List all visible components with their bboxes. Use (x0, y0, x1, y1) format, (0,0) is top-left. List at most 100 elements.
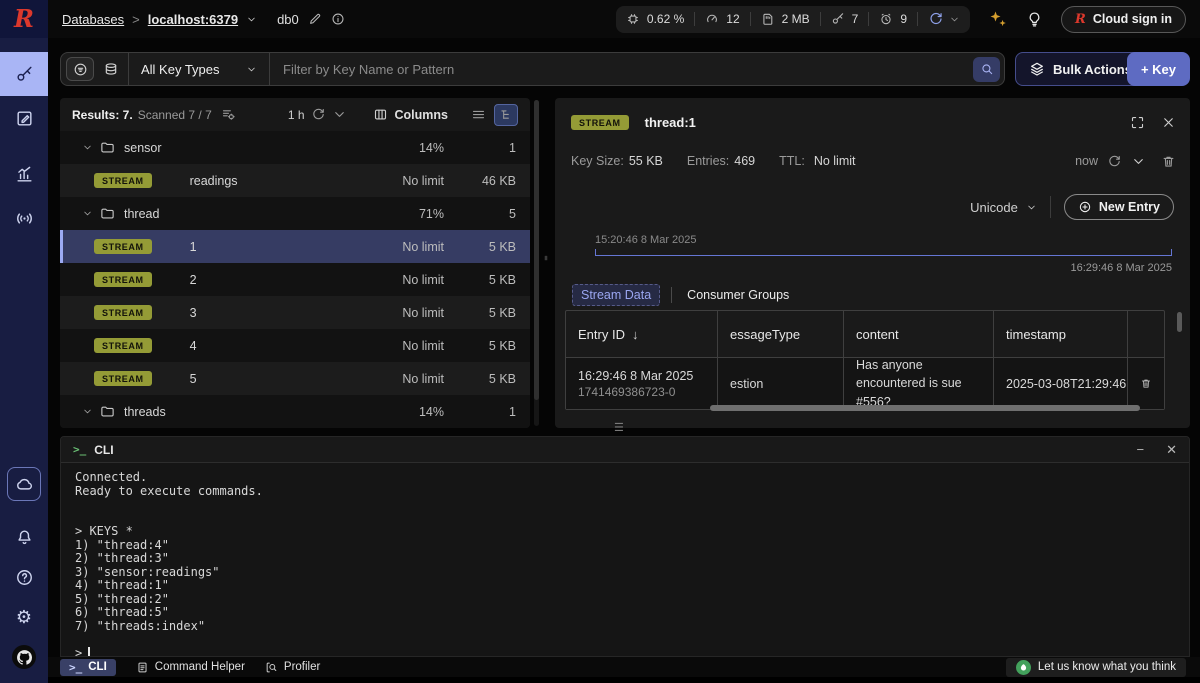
minimize-cli-button[interactable]: − (1137, 442, 1145, 457)
key-tree-folder-row[interactable]: thread 71%5 (60, 197, 530, 230)
cli-panel: >_ CLI − ✕ Connected. Ready to execute c… (60, 436, 1190, 657)
redis-logo[interactable]: R (0, 0, 48, 38)
github-icon (16, 649, 33, 666)
filter-bar: All Key Types Bulk Actions + Key (60, 52, 1190, 86)
document-icon (136, 661, 149, 674)
breadcrumb-databases-link[interactable]: Databases (62, 12, 124, 27)
chevron-down-icon[interactable] (82, 208, 93, 219)
table-vertical-scrollbar[interactable] (1177, 312, 1182, 332)
feedback-link[interactable]: Let us know what you think (1006, 658, 1186, 677)
terminal-prompt-icon: >_ (69, 661, 82, 674)
cli-output: Connected. Ready to execute commands. > … (75, 471, 1175, 633)
sidebar-item-pubsub[interactable] (0, 196, 48, 240)
chevron-down-icon[interactable] (82, 406, 93, 417)
db-badge[interactable]: db0 (277, 12, 299, 27)
tab-stream-data[interactable]: Stream Data (572, 284, 660, 306)
row-actions-cell (1128, 358, 1164, 409)
key-icon (831, 12, 845, 26)
chevron-down-icon[interactable] (82, 142, 93, 153)
trash-icon[interactable] (1161, 154, 1176, 169)
key-size-value: 55 KB (629, 154, 663, 168)
add-key-button[interactable]: + Key (1127, 52, 1190, 86)
new-entry-button[interactable]: New Entry (1064, 194, 1174, 220)
cli-terminal[interactable]: Connected. Ready to execute commands. > … (61, 463, 1189, 657)
refresh-icon (928, 11, 944, 27)
key-tree-folder-row[interactable]: sensor 14%1 (60, 131, 530, 164)
profiler-icon (265, 661, 278, 674)
key-tree-folder-row[interactable]: threads 14%1 (60, 395, 530, 428)
chevron-down-icon[interactable] (246, 14, 257, 25)
encoding-select[interactable]: Unicode (970, 200, 1037, 215)
cloud-sign-in-button[interactable]: R Cloud sign in (1061, 6, 1186, 33)
stream-type-badge: STREAM (94, 338, 152, 353)
timeline-range-slider[interactable] (595, 249, 1172, 256)
memory-icon (761, 12, 775, 26)
layers-icon (1029, 61, 1045, 77)
sidebar-item-github[interactable] (12, 645, 36, 669)
sidebar-item-settings[interactable]: ⚙ (0, 605, 48, 629)
bottombar-profiler-tab[interactable]: Profiler (265, 661, 320, 674)
column-header-messagetype[interactable]: essageType (718, 311, 844, 357)
refresh-icon[interactable] (1107, 154, 1122, 169)
info-icon[interactable] (331, 12, 345, 26)
chevron-down-icon (246, 64, 257, 75)
panel-resize-handle[interactable] (542, 250, 550, 266)
key-tree-row[interactable]: STREAM 4 No limit5 KB (60, 329, 530, 362)
tab-consumer-groups[interactable]: Consumer Groups (683, 285, 793, 305)
key-type-select[interactable]: All Key Types (129, 62, 269, 77)
lightbulb-icon (1026, 11, 1043, 28)
refresh-icon[interactable] (311, 107, 326, 122)
chevron-down-icon[interactable] (332, 107, 347, 122)
sidebar-item-workbench[interactable] (0, 96, 48, 140)
stats-refresh-button[interactable] (928, 11, 960, 27)
key-tree-row-selected[interactable]: STREAM 1 No limit5 KB (60, 230, 530, 263)
cloud-icon (15, 475, 34, 494)
clients-icon (879, 12, 893, 26)
last-refresh-time: now (1075, 154, 1098, 168)
table-horizontal-scrollbar[interactable] (710, 405, 1140, 411)
cli-resize-handle[interactable]: ☰ (614, 424, 624, 432)
fullscreen-button[interactable] (1130, 115, 1145, 130)
key-tree-row[interactable]: STREAM readings No limit46 KB (60, 164, 530, 197)
bottombar-command-helper-tab[interactable]: Command Helper (136, 661, 245, 674)
sidebar-item-cloud[interactable] (7, 467, 41, 501)
sidebar-item-browser[interactable] (0, 52, 48, 96)
scanned-count: Scanned 7 / 7 (138, 108, 212, 122)
key-tree-row[interactable]: STREAM 5 No limit5 KB (60, 362, 530, 395)
edit-db-icon[interactable] (308, 12, 322, 26)
column-header-actions (1128, 311, 1164, 357)
sidebar-item-help[interactable] (0, 565, 48, 589)
key-list-scrollbar[interactable] (534, 100, 539, 426)
text-cursor (88, 647, 90, 657)
column-header-content[interactable]: content (844, 311, 994, 357)
key-filter-input[interactable] (270, 62, 973, 77)
cli-header: >_ CLI − ✕ (61, 437, 1189, 463)
insights-button[interactable] (1026, 11, 1043, 28)
trash-icon[interactable] (1140, 376, 1152, 391)
group-keys-button[interactable] (103, 61, 119, 77)
key-tree-row[interactable]: STREAM 3 No limit5 KB (60, 296, 530, 329)
search-button[interactable] (973, 57, 1000, 82)
key-list-panel: Results: 7. Scanned 7 / 7 1 h Columns se… (60, 98, 530, 428)
columns-button[interactable]: Columns (373, 107, 448, 122)
list-view-button[interactable] (466, 104, 490, 126)
sidebar-item-analytics[interactable] (0, 152, 48, 196)
column-header-entry-id[interactable]: Entry ID↓ (566, 311, 718, 357)
cli-prompt-line[interactable]: > (75, 647, 1175, 658)
column-header-timestamp[interactable]: timestamp (994, 311, 1128, 357)
breadcrumb-instance-link[interactable]: localhost:6379 (148, 12, 238, 27)
close-cli-button[interactable]: ✕ (1166, 442, 1177, 458)
table-row[interactable]: 16:29:46 8 Mar 2025 1741469386723-0 esti… (566, 357, 1164, 409)
sort-descending-icon[interactable]: ↓ (632, 327, 639, 342)
timeline-end-label: 16:29:46 8 Mar 2025 (1070, 262, 1172, 274)
key-tree-row[interactable]: STREAM 2 No limit5 KB (60, 263, 530, 296)
copilot-button[interactable] (988, 9, 1008, 29)
entry-id-cell: 16:29:46 8 Mar 2025 1741469386723-0 (566, 358, 718, 409)
bottombar-cli-tab[interactable]: >_ CLI (60, 659, 116, 676)
tree-view-button[interactable] (494, 104, 518, 126)
filter-toggle-button[interactable] (66, 57, 94, 81)
close-detail-button[interactable] (1161, 115, 1176, 130)
scan-settings-icon[interactable] (221, 107, 236, 122)
chevron-down-icon[interactable] (1131, 154, 1146, 169)
sidebar-item-notifications[interactable] (0, 525, 48, 549)
